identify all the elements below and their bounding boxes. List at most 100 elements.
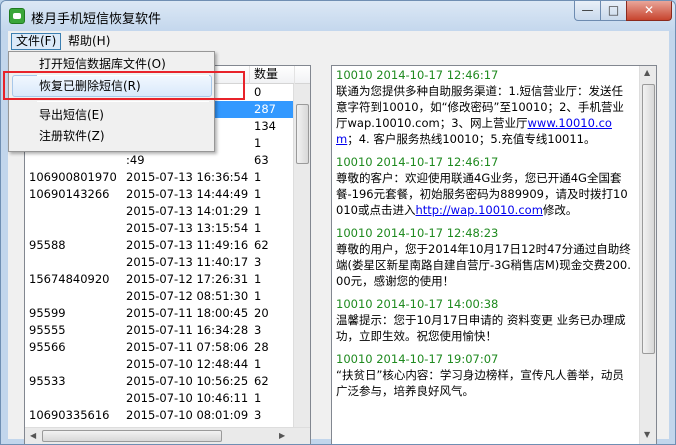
list-row[interactable]: 15674840920 2015-07-12 17:26:31 1: [25, 271, 310, 288]
message-header: 10010 2014-10-17 12:46:17: [336, 68, 499, 82]
maximize-button[interactable]: □: [600, 1, 627, 21]
message-body: “扶贫日”核心内容：学习身边榜样，宣传凡人善举，动员广泛参与，培养良好风气。: [336, 367, 632, 399]
scroll-right-arrow-icon[interactable]: ▶: [279, 431, 285, 440]
row-count: 134: [254, 119, 276, 133]
row-number: 10690143266: [29, 187, 110, 201]
message-body: 尊敬的用户，您于2014年10月17日12时47分通过自助终端(娄星区新星南路自…: [336, 241, 632, 289]
list-row[interactable]: 2015-07-13 13:15:54 1: [25, 220, 310, 237]
message-body: 联通为您提供多种自助服务渠道：1.短信营业厅：发送任意字符到10010，如“修改…: [336, 83, 632, 147]
row-count: 3: [254, 408, 262, 422]
scroll-up-arrow-icon[interactable]: ▲: [644, 68, 650, 77]
row-time: 2015-07-10 12:48:44: [126, 357, 249, 371]
message-header: 10010 2014-10-17 12:46:17: [336, 155, 499, 169]
list-row[interactable]: 10690335616 2015-07-10 08:01:09 3: [25, 407, 310, 424]
list-vertical-scrollbar[interactable]: [293, 84, 310, 428]
row-count: 20: [254, 306, 269, 320]
list-row[interactable]: 95588 2015-07-13 11:49:16 62: [25, 237, 310, 254]
menu-export[interactable]: 导出短信(E): [39, 105, 104, 125]
message-body: 尊敬的客户：欢迎使用联通4G业务，您已开通4G全国套餐-196元套餐，初始服务密…: [336, 170, 632, 218]
scroll-down-arrow-icon[interactable]: ▼: [644, 430, 650, 439]
row-count: 62: [254, 238, 269, 252]
row-count: 1: [254, 391, 262, 405]
list-row[interactable]: 2015-07-10 10:46:11 1: [25, 390, 310, 407]
message-body: 温馨提示：您于10月17日申请的 资料变更 业务已办理成功，立即生效。祝您使用愉…: [336, 312, 632, 344]
list-row[interactable]: 10690143266 2015-07-13 14:44:49 1: [25, 186, 310, 203]
row-time: 2015-07-13 14:44:49: [126, 187, 249, 201]
highlight-annotation-box: [3, 71, 245, 100]
title-bar: 楼月手机短信恢复软件 — □ ✕: [1, 1, 675, 31]
message-text: 温馨提示：您于10月17日申请的 资料变更 业务已办理成功，立即生效。祝您使用愉…: [336, 313, 626, 343]
menu-separator: [37, 101, 209, 102]
message-pane[interactable]: 10010 2014-10-17 12:46:17 联通为您提供多种自助服务渠道：…: [331, 65, 657, 444]
message-item: 10010 2014-10-17 19:07:07 “扶贫日”核心内容：学习身边榜…: [336, 352, 632, 399]
list-row[interactable]: 106900801970 2015-07-13 16:36:54 1: [25, 169, 310, 186]
list-row[interactable]: 2015-07-13 11:40:17 3: [25, 254, 310, 271]
row-time: :49: [126, 153, 145, 167]
row-time: 2015-07-11 18:00:45: [126, 306, 249, 320]
row-number: 95588: [29, 238, 66, 252]
message-item: 10010 2014-10-17 14:00:38 温馨提示：您于10月17日申请…: [336, 297, 632, 344]
row-time: 2015-07-10 10:56:25: [126, 374, 249, 388]
row-time: 2015-07-11 07:58:06: [126, 340, 249, 354]
minimize-button[interactable]: —: [574, 1, 601, 21]
list-row[interactable]: :49 63: [25, 152, 310, 169]
message-header: 10010 2014-10-17 12:48:23: [336, 226, 499, 240]
list-vertical-scroll-thumb[interactable]: [296, 104, 309, 164]
row-time: 2015-07-12 08:51:30: [126, 289, 249, 303]
list-row[interactable]: 95566 2015-07-11 07:58:06 28: [25, 339, 310, 356]
row-time: 2015-07-13 14:01:29: [126, 204, 249, 218]
scroll-left-arrow-icon[interactable]: ◀: [30, 431, 36, 440]
row-count: 1: [254, 272, 262, 286]
row-count: 62: [254, 374, 269, 388]
row-number: 95555: [29, 323, 66, 337]
row-count: 1: [254, 221, 262, 235]
message-text: ；4. 客户服务热线10010；5.充值专线10011。: [347, 132, 596, 146]
menu-bar: 文件(F) 帮助(H): [8, 31, 669, 51]
list-row[interactable]: 2015-07-12 08:51:30 1: [25, 288, 310, 305]
list-row[interactable]: 95555 2015-07-11 16:34:28 3: [25, 322, 310, 339]
list-row[interactable]: 95599 2015-07-11 18:00:45 20: [25, 305, 310, 322]
row-time: 2015-07-11 16:34:28: [126, 323, 249, 337]
message-text: 尊敬的用户，您于2014年10月17日12时47分通过自助终端(娄星区新星南路自…: [336, 242, 631, 288]
row-count: 1: [254, 204, 262, 218]
row-time: 2015-07-12 17:26:31: [126, 272, 249, 286]
window-title: 楼月手机短信恢复软件: [31, 12, 162, 27]
row-number: 15674840920: [29, 272, 110, 286]
menu-file[interactable]: 文件(F): [11, 33, 62, 50]
list-row[interactable]: 2015-07-10 12:48:44 1: [25, 356, 310, 373]
message-text: 修改。: [542, 203, 578, 217]
row-time: 2015-07-10 08:01:09: [126, 408, 249, 422]
header-count-column[interactable]: 数量: [250, 66, 295, 84]
row-count: 1: [254, 357, 262, 371]
row-time: 2015-07-13 11:49:16: [126, 238, 249, 252]
row-number: 10690335616: [29, 408, 110, 422]
row-time: 2015-07-13 11:40:17: [126, 255, 249, 269]
row-count: 28: [254, 340, 269, 354]
row-number: 95599: [29, 306, 66, 320]
close-button[interactable]: ✕: [626, 1, 672, 21]
list-horizontal-scrollbar[interactable]: ◀ ▶: [25, 427, 310, 444]
row-time: 2015-07-10 10:46:11: [126, 391, 249, 405]
message-item: 10010 2014-10-17 12:48:23 尊敬的用户，您于2014年10…: [336, 226, 632, 289]
list-horizontal-scroll-thumb[interactable]: [42, 430, 222, 442]
row-count: 63: [254, 153, 269, 167]
message-vertical-scrollbar[interactable]: ▲ ▼: [639, 66, 656, 444]
message-list: 10010 2014-10-17 12:46:17 联通为您提供多种自助服务渠道：…: [336, 68, 632, 407]
list-row[interactable]: 95533 2015-07-10 10:56:25 62: [25, 373, 310, 390]
row-count: 1: [254, 136, 262, 150]
message-link[interactable]: http://wap.10010.com: [415, 203, 542, 217]
menu-help[interactable]: 帮助(H): [63, 33, 115, 50]
message-item: 10010 2014-10-17 12:46:17 联通为您提供多种自助服务渠道：…: [336, 68, 632, 147]
row-time: 2015-07-13 16:36:54: [126, 170, 249, 184]
row-number: 95566: [29, 340, 66, 354]
menu-register[interactable]: 注册软件(Z): [39, 126, 105, 146]
row-count: 1: [254, 170, 262, 184]
row-count: 3: [254, 323, 262, 337]
row-count: 1: [254, 289, 262, 303]
list-row[interactable]: 2015-07-13 14:01:29 1: [25, 203, 310, 220]
message-header: 10010 2014-10-17 14:00:38: [336, 297, 499, 311]
message-scroll-thumb[interactable]: [642, 84, 655, 354]
app-window: 楼月手机短信恢复软件 — □ ✕ 文件(F) 帮助(H) 数量 0:36287:…: [0, 0, 676, 445]
row-count: 287: [254, 102, 276, 116]
row-number: 95533: [29, 374, 66, 388]
